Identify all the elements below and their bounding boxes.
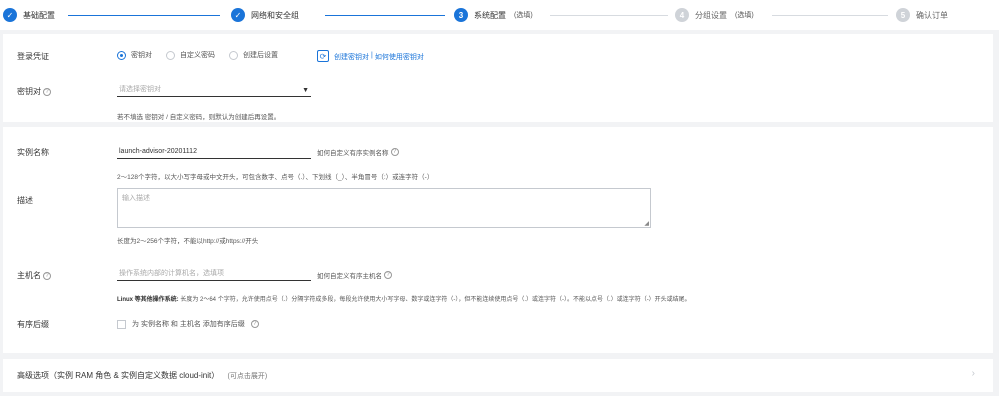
step-network-security[interactable]: ✓ 网络和安全组	[231, 6, 299, 24]
wizard-stepper: ✓ 基础配置 ✓ 网络和安全组 3 系统配置 (选填) 4 分组设置 (选填) …	[0, 0, 999, 30]
hostname-side-help[interactable]: 如何自定义有序主机名 ?	[317, 270, 392, 280]
instance-name-value: launch-advisor-20201112	[119, 147, 197, 155]
hostname-hint: Linux 等其他操作系统: 长度为 2～64 个字符，允许使用点号（.）分隔字…	[117, 294, 691, 303]
radio-custom-password[interactable]: 自定义密码	[166, 50, 215, 60]
step-system-config[interactable]: 3 系统配置 (选填)	[454, 6, 533, 24]
keypair-placeholder: 请选择密钥对	[119, 86, 161, 93]
hostname-label-text: 主机名	[17, 271, 41, 280]
step-number: 4	[675, 8, 689, 22]
hostname-input[interactable]: 操作系统内部的计算机名，选填项	[117, 266, 311, 281]
login-credential-label: 登录凭证	[17, 51, 49, 62]
step-confirm-order[interactable]: 5 确认订单	[896, 6, 948, 24]
step-number: 3	[454, 8, 468, 22]
radio-label: 创建后设置	[243, 52, 278, 59]
advanced-title-text: 高级选项（实例 RAM 角色 & 实例自定义数据 cloud-init）	[17, 371, 220, 380]
step-optional: (选填)	[735, 12, 754, 19]
step-connector	[325, 15, 445, 16]
radio-label: 密钥对	[131, 52, 152, 59]
description-placeholder: 输入描述	[122, 195, 150, 202]
keypair-label: 密钥对 ?	[17, 86, 51, 97]
login-credentials-panel: 登录凭证 密钥对 自定义密码 创建后设置 密钥对 ? 请选择密钥对 ▼ ⟳ 创建…	[3, 34, 993, 122]
instance-name-help-text: 如何自定义有序实例名称	[317, 150, 389, 157]
keypair-select[interactable]: 请选择密钥对 ▼	[117, 82, 311, 97]
step-connector	[68, 15, 220, 16]
keypair-hint: 若不填选 密钥对 / 自定义密码，则默认为创建后再设置。	[117, 114, 281, 121]
radio-checked-icon	[117, 50, 126, 60]
radio-keypair[interactable]: 密钥对	[117, 50, 152, 60]
step-label: 确认订单	[916, 10, 948, 20]
step-basic-config[interactable]: ✓ 基础配置	[3, 6, 55, 24]
hostname-hint-bold: Linux 等其他操作系统:	[117, 297, 179, 303]
howto-keypair-link[interactable]: 如何使用密钥对	[375, 52, 424, 62]
instance-details-panel: 实例名称 launch-advisor-20201112 如何自定义有序实例名称…	[3, 127, 993, 353]
advanced-sub-text: (可点击展开)	[227, 373, 268, 380]
instance-name-hint: 2～128个字符，以大小写字母或中文开头，可包含数字、点号（.）、下划线（_）、…	[117, 174, 434, 181]
step-label: 基础配置	[23, 10, 55, 20]
hostname-hint-text: 长度为 2～64 个字符，允许使用点号（.）分隔字符成多段，每段允许使用大小写字…	[180, 297, 691, 303]
keypair-label-text: 密钥对	[17, 87, 41, 96]
suffix-label: 有序后缀	[17, 319, 49, 330]
instance-name-label-text: 实例名称	[17, 148, 49, 157]
chevron-right-icon[interactable]: ›	[972, 368, 975, 379]
step-connector	[550, 15, 668, 16]
suffix-label-text: 有序后缀	[17, 320, 49, 329]
step-connector	[772, 15, 888, 16]
description-label: 描述	[17, 195, 33, 206]
hostname-label: 主机名 ?	[17, 270, 51, 281]
help-icon: ?	[390, 148, 399, 156]
login-credential-label-text: 登录凭证	[17, 52, 49, 61]
keypair-links: 创建密钥对 | 如何使用密钥对	[334, 52, 424, 62]
radio-label: 自定义密码	[180, 52, 215, 59]
caret-down-icon: ▼	[302, 87, 309, 94]
login-credential-options: 密钥对 自定义密码 创建后设置	[117, 50, 292, 60]
step-label: 系统配置	[474, 10, 506, 20]
radio-set-later[interactable]: 创建后设置	[229, 50, 278, 60]
check-icon: ✓	[3, 8, 17, 22]
advanced-options-panel[interactable]: 高级选项（实例 RAM 角色 & 实例自定义数据 cloud-init） (可点…	[3, 359, 993, 392]
step-group-settings[interactable]: 4 分组设置 (选填)	[675, 6, 754, 24]
instance-name-side-help[interactable]: 如何自定义有序实例名称 ?	[317, 147, 399, 157]
radio-unchecked-icon	[229, 50, 238, 60]
step-label: 网络和安全组	[251, 10, 299, 20]
help-icon: ?	[384, 271, 392, 279]
create-keypair-link[interactable]: 创建密钥对	[334, 52, 369, 62]
hostname-help-text: 如何自定义有序主机名	[317, 273, 382, 280]
advanced-options-title: 高级选项（实例 RAM 角色 & 实例自定义数据 cloud-init） (可点…	[17, 370, 267, 381]
hostname-placeholder: 操作系统内部的计算机名，选填项	[119, 270, 224, 277]
instance-name-input[interactable]: launch-advisor-20201112	[117, 144, 311, 159]
refresh-icon[interactable]: ⟳	[317, 50, 329, 62]
step-label: 分组设置	[695, 10, 727, 20]
suffix-checkbox[interactable]: 为 实例名称 和 主机名 添加有序后缀 ?	[117, 319, 259, 329]
radio-unchecked-icon	[166, 50, 175, 60]
instance-name-label: 实例名称	[17, 147, 49, 158]
resize-grip-icon[interactable]: ◢	[644, 220, 649, 227]
step-number: 5	[896, 8, 910, 22]
step-optional: (选填)	[514, 12, 533, 19]
check-icon: ✓	[231, 8, 245, 22]
link-separator: |	[371, 52, 373, 59]
help-icon[interactable]: ?	[250, 320, 259, 328]
checkbox-unchecked-icon	[117, 319, 126, 329]
description-label-text: 描述	[17, 196, 33, 205]
help-icon[interactable]: ?	[43, 87, 51, 96]
help-icon[interactable]: ?	[43, 271, 51, 280]
description-textarea[interactable]: 输入描述 ◢	[117, 188, 651, 228]
description-hint: 长度为2～256个字符，不能以http://或https://开头	[117, 238, 259, 245]
suffix-checkbox-label: 为 实例名称 和 主机名 添加有序后缀	[132, 321, 245, 328]
